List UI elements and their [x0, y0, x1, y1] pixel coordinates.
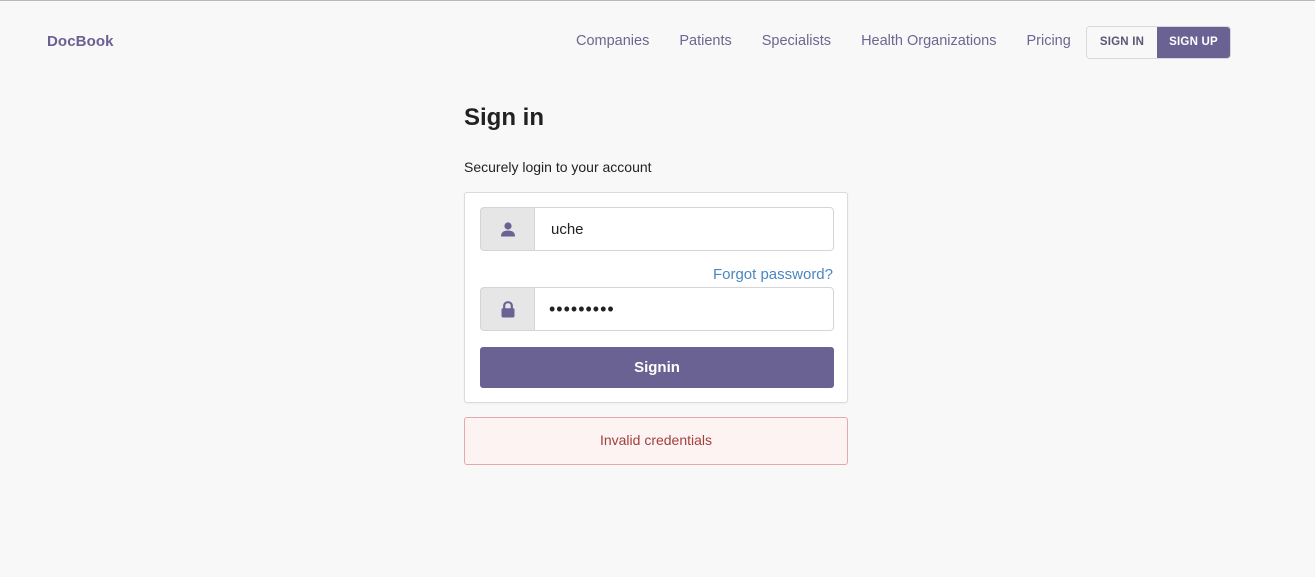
navbar: DocBook Companies Patients Specialists H…: [0, 1, 1315, 85]
signin-form: Forgot password? Signin: [464, 192, 848, 403]
password-input[interactable]: [534, 287, 834, 331]
nav-link-pricing[interactable]: Pricing: [1026, 33, 1070, 49]
username-input[interactable]: [534, 207, 834, 251]
lock-icon: [480, 287, 534, 331]
nav-link-patients[interactable]: Patients: [679, 33, 731, 49]
nav-link-companies[interactable]: Companies: [576, 33, 649, 49]
signin-submit-button[interactable]: Signin: [480, 347, 834, 388]
nav-signup-button[interactable]: SIGN UP: [1157, 27, 1230, 58]
page-title: Sign in: [464, 104, 544, 131]
nav-links: Companies Patients Specialists Health Or…: [576, 33, 1071, 49]
nav-link-health-organizations[interactable]: Health Organizations: [861, 33, 996, 49]
error-alert: Invalid credentials: [464, 417, 848, 465]
auth-button-group: SIGN IN SIGN UP: [1086, 26, 1231, 59]
password-input-group: [480, 287, 834, 331]
user-icon: [480, 207, 534, 251]
nav-signin-button[interactable]: SIGN IN: [1087, 27, 1157, 58]
nav-link-specialists[interactable]: Specialists: [762, 33, 831, 49]
page-subtitle: Securely login to your account: [464, 159, 652, 175]
username-input-group: [480, 207, 834, 251]
brand-logo[interactable]: DocBook: [47, 33, 114, 50]
forgot-password-link[interactable]: Forgot password?: [713, 266, 833, 283]
